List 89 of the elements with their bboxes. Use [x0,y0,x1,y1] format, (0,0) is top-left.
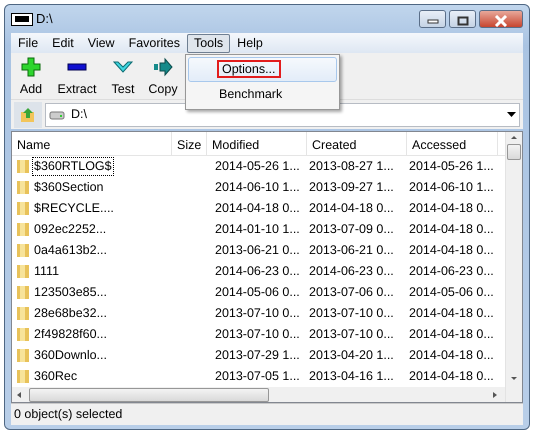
date-cell-text: 2013-09-27 1... [308,180,395,195]
date-cell-text: 2014-06-23 0... [214,264,301,279]
scrollbar-thumb[interactable] [507,144,521,160]
date-cell-text: 2013-08-27 1... [308,159,395,174]
date-cell-text: 2014-04-18 0... [408,243,495,258]
close-button[interactable] [479,10,523,28]
date-cell-text: 2013-07-09 0... [308,222,395,237]
file-name[interactable]: $RECYCLE.... [33,200,115,217]
file-name[interactable]: 28e68be32... [33,305,108,322]
folder-icon [16,264,30,279]
file-name[interactable]: 1111 [33,263,60,280]
column-header[interactable]: Accessed [407,132,498,155]
date-cell-text: 2014-01-10 1... [214,222,301,237]
toolbar-button[interactable]: Extract [51,56,103,100]
file-name[interactable]: 2f49828f60... [33,326,108,343]
file-name[interactable]: $360Section [33,179,105,196]
toolbar-button[interactable]: Add [11,56,51,100]
folder-icon [16,159,30,174]
date-cell-text: 2014-04-18 0... [408,306,495,321]
date-cell-text: 2013-07-29 1... [214,348,301,363]
arrow-icon [153,57,173,77]
folder-icon [16,348,30,363]
date-cell-text: 2014-04-18 0... [308,201,395,216]
file-name[interactable]: 123503e85... [33,284,108,301]
folder-icon [16,327,30,342]
menu-option[interactable]: Options... [188,57,337,82]
menu-item[interactable]: Help [230,34,270,52]
folder-icon [16,369,30,384]
file-name[interactable]: $360RTLOG$ [33,158,113,175]
file-name[interactable]: 092ec2252... [33,221,108,238]
date-cell-text: 2013-07-05 1... [214,369,301,384]
date-cell-text: 2014-05-06 0... [214,285,301,300]
drive-icon [49,110,65,120]
file-name[interactable]: 0a4a613b2... [33,242,108,259]
status-text: 0 object(s) selected [14,406,122,424]
horizontal-scrollbar[interactable] [12,387,505,402]
date-cell-text: 2013-04-16 1... [308,369,395,384]
menu-item[interactable]: View [80,34,122,52]
folder-icon [16,285,30,300]
column-header[interactable]: Created [307,132,407,155]
toolbar-button[interactable]: Copy [143,56,183,100]
minimize-button[interactable] [419,10,446,28]
date-cell-text: 2014-05-26 1... [214,159,301,174]
date-cell-text: 2014-04-18 0... [214,201,301,216]
date-cell-text: 2013-07-10 0... [214,327,301,342]
date-cell-text: 2013-06-21 0... [308,243,395,258]
date-cell-text: 2014-04-18 0... [408,369,495,384]
date-cell-text: 2014-04-18 0... [408,327,495,342]
date-cell-text: 2013-06-21 0... [214,243,301,258]
vertical-scrollbar[interactable] [505,132,522,402]
window-title: D:\ [36,10,53,28]
date-cell-text: 2013-04-20 1... [308,348,395,363]
folder-icon [16,180,30,195]
date-cell-text: 2014-05-06 0... [408,285,495,300]
date-cell-text: 2014-06-10 1... [214,180,301,195]
maximize-button[interactable] [449,10,476,28]
column-header[interactable]: Name [12,132,172,155]
date-cell-text: 2013-07-10 0... [308,327,395,342]
toolbar-button[interactable]: Test [103,56,143,100]
menu-item[interactable]: Tools [186,34,230,52]
folder-icon [16,306,30,321]
menu-item[interactable]: File [11,34,46,52]
plus-icon [21,57,41,77]
menu-item[interactable]: Favorites [122,34,187,52]
date-cell-text: 2014-04-18 0... [408,348,495,363]
date-cell-text: 2013-07-10 0... [214,306,301,321]
column-header[interactable]: Modified [207,132,307,155]
maximize-icon [456,16,468,26]
minimize-icon [426,18,438,24]
folder-up-icon [20,107,36,124]
dropdown-caret-icon [507,112,516,118]
date-cell-text: 2013-07-06 0... [308,285,395,300]
folder-icon [16,201,30,216]
scrollbar-thumb[interactable] [29,388,269,402]
menu-item[interactable]: Edit [45,34,81,52]
folder-icon [16,243,30,258]
close-icon [494,14,508,27]
date-cell-text: 2014-06-23 0... [308,264,395,279]
file-name[interactable]: 360Downlo... [33,347,108,364]
date-cell-text: 2014-05-26 1... [408,159,495,174]
app-logo [11,12,33,26]
date-cell-text: 2014-06-10 1... [408,180,495,195]
date-cell-text: 2013-07-10 0... [308,306,395,321]
date-cell-text: 2014-06-23 0... [408,264,495,279]
date-cell-text: 2014-04-18 0... [408,201,495,216]
column-header[interactable]: Size [172,132,207,155]
date-cell-text: 2014-04-18 0... [408,222,495,237]
file-name[interactable]: 360Rec [33,368,78,385]
folder-icon [16,222,30,237]
